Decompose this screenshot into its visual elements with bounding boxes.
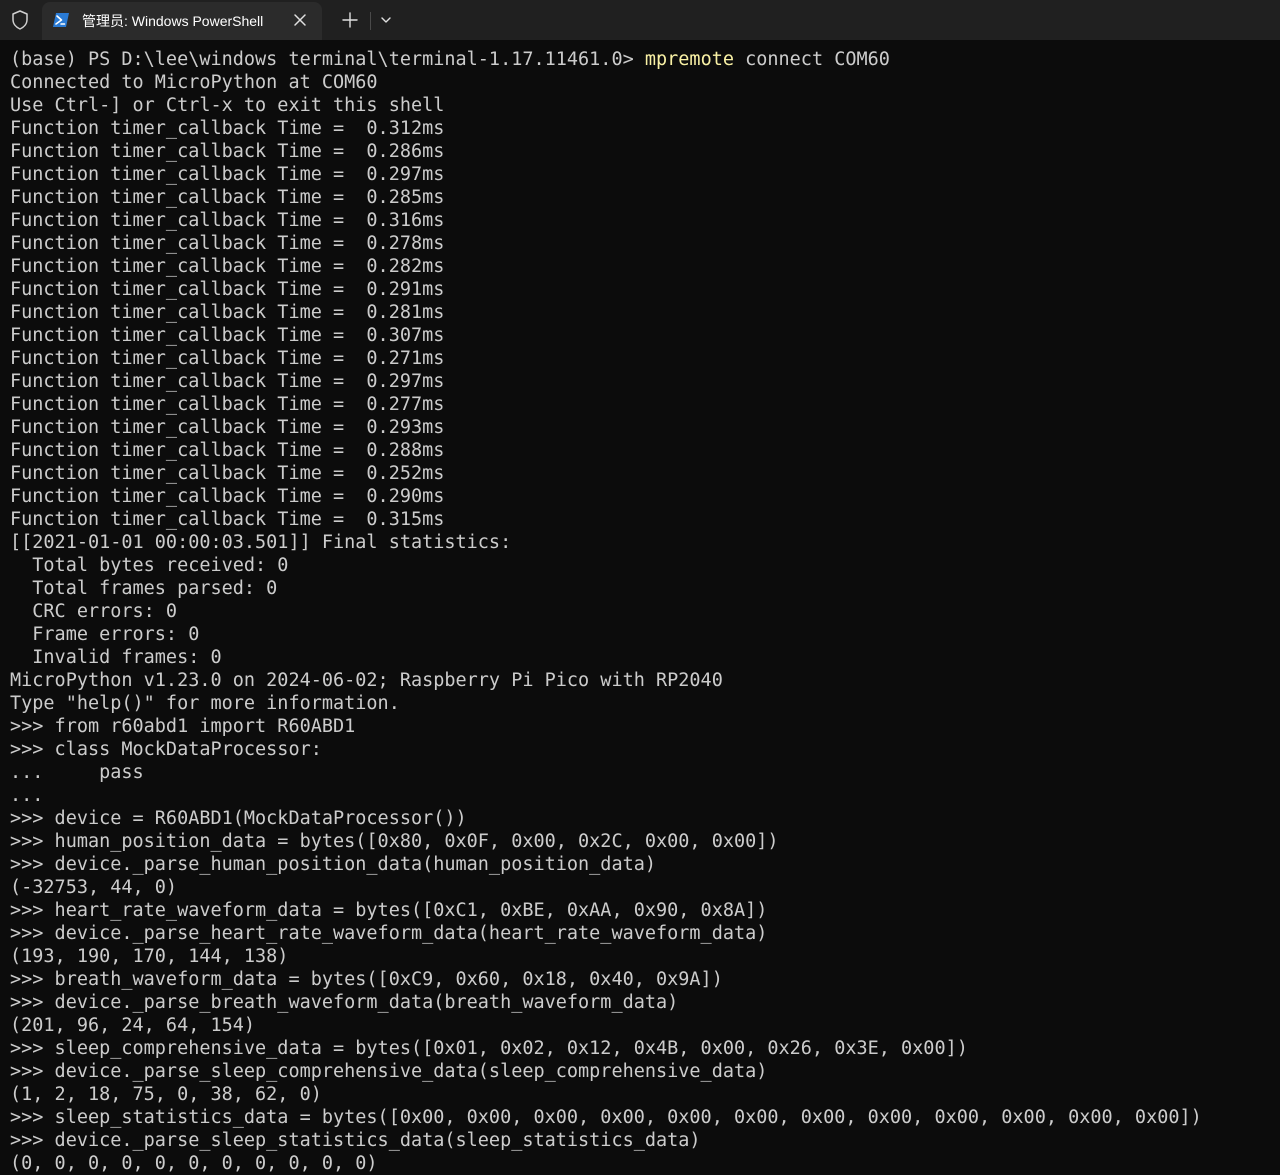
output-line: Total frames parsed: 0: [10, 578, 278, 599]
output-line: ...: [10, 785, 44, 806]
command-name: mpremote: [644, 49, 734, 70]
output-line: Function timer_callback Time = 0.315ms: [10, 509, 445, 530]
output-line: CRC errors: 0: [10, 601, 178, 622]
output-line: (1, 2, 18, 75, 0, 38, 62, 0): [10, 1084, 322, 1105]
tab-title: 管理员: Windows PowerShell: [82, 13, 264, 29]
tab-bar: 管理员: Windows PowerShell: [0, 0, 1280, 40]
output-line: Function timer_callback Time = 0.290ms: [10, 486, 445, 507]
output-line: Function timer_callback Time = 0.285ms: [10, 187, 445, 208]
tab-powershell[interactable]: 管理员: Windows PowerShell: [42, 2, 322, 40]
output-line: Function timer_callback Time = 0.297ms: [10, 164, 445, 185]
output-line: ... pass: [10, 762, 144, 783]
output-line: >>> device._parse_breath_waveform_data(b…: [10, 992, 679, 1013]
output-line: (201, 96, 24, 64, 154): [10, 1015, 256, 1036]
output-line: Function timer_callback Time = 0.312ms: [10, 118, 445, 139]
command-args: connect COM60: [733, 49, 890, 70]
output-line: Function timer_callback Time = 0.286ms: [10, 141, 445, 162]
output-line: Function timer_callback Time = 0.293ms: [10, 417, 445, 438]
output-line: Function timer_callback Time = 0.277ms: [10, 394, 445, 415]
output-line: Function timer_callback Time = 0.252ms: [10, 463, 445, 484]
output-line: Function timer_callback Time = 0.291ms: [10, 279, 445, 300]
output-line: >>> device._parse_sleep_comprehensive_da…: [10, 1061, 768, 1082]
output-line: >>> device._parse_human_position_data(hu…: [10, 854, 657, 875]
output-line: Function timer_callback Time = 0.316ms: [10, 210, 445, 231]
output-line: >>> sleep_comprehensive_data = bytes([0x…: [10, 1038, 968, 1059]
prompt-line: (base) PS D:\lee\windows terminal\termin…: [10, 48, 1202, 71]
output-line: (-32753, 44, 0): [10, 877, 178, 898]
output-line: Type "help()" for more information.: [10, 693, 400, 714]
output-line: Function timer_callback Time = 0.281ms: [10, 302, 445, 323]
output-line: Connected to MicroPython at COM60: [10, 72, 378, 93]
dropdown-button[interactable]: [376, 8, 396, 32]
output-line: [[2021-01-01 00:00:03.501]] Final statis…: [10, 532, 512, 553]
output-line: Function timer_callback Time = 0.282ms: [10, 256, 445, 277]
output-line: MicroPython v1.23.0 on 2024-06-02; Raspb…: [10, 670, 723, 691]
output-line: Invalid frames: 0: [10, 647, 222, 668]
output-line: >>> breath_waveform_data = bytes([0xC9, …: [10, 969, 723, 990]
powershell-icon: [53, 12, 69, 28]
plus-icon: [342, 12, 358, 28]
close-icon[interactable]: [292, 12, 308, 28]
output-line: Total bytes received: 0: [10, 555, 289, 576]
output-line: >>> device._parse_sleep_statistics_data(…: [10, 1130, 701, 1151]
output-line: Frame errors: 0: [10, 624, 200, 645]
output-line: >>> device = R60ABD1(MockDataProcessor()…: [10, 808, 467, 829]
output-line: Function timer_callback Time = 0.271ms: [10, 348, 445, 369]
output-line: >>> heart_rate_waveform_data = bytes([0x…: [10, 900, 768, 921]
terminal-output[interactable]: (base) PS D:\lee\windows terminal\termin…: [0, 40, 1280, 1175]
output-line: Function timer_callback Time = 0.288ms: [10, 440, 445, 461]
output-line: Function timer_callback Time = 0.307ms: [10, 325, 445, 346]
output-line: >>> class MockDataProcessor:: [10, 739, 322, 760]
output-line: >>> sleep_statistics_data = bytes([0x00,…: [10, 1107, 1202, 1128]
chevron-down-icon: [381, 17, 391, 23]
prompt: (base) PS D:\lee\windows terminal\termin…: [10, 49, 645, 70]
terminal-window: 管理员: Windows PowerShell (base) PS D:\lee…: [0, 0, 1280, 1175]
tab-divider: [370, 12, 371, 30]
output-line: >>> human_position_data = bytes([0x80, 0…: [10, 831, 779, 852]
output-line: >>> from r60abd1 import R60ABD1: [10, 716, 356, 737]
output-line: Use Ctrl-] or Ctrl-x to exit this shell: [10, 95, 445, 116]
shield-icon: [8, 8, 32, 32]
output-line: >>> device._parse_heart_rate_waveform_da…: [10, 923, 768, 944]
terminal-lines: (base) PS D:\lee\windows terminal\termin…: [10, 48, 1202, 1175]
new-tab-button[interactable]: [338, 8, 362, 32]
output-line: (193, 190, 170, 144, 138): [10, 946, 289, 967]
output-line: (0, 0, 0, 0, 0, 0, 0, 0, 0, 0, 0): [10, 1153, 378, 1174]
output-line: Function timer_callback Time = 0.278ms: [10, 233, 445, 254]
output-line: Function timer_callback Time = 0.297ms: [10, 371, 445, 392]
